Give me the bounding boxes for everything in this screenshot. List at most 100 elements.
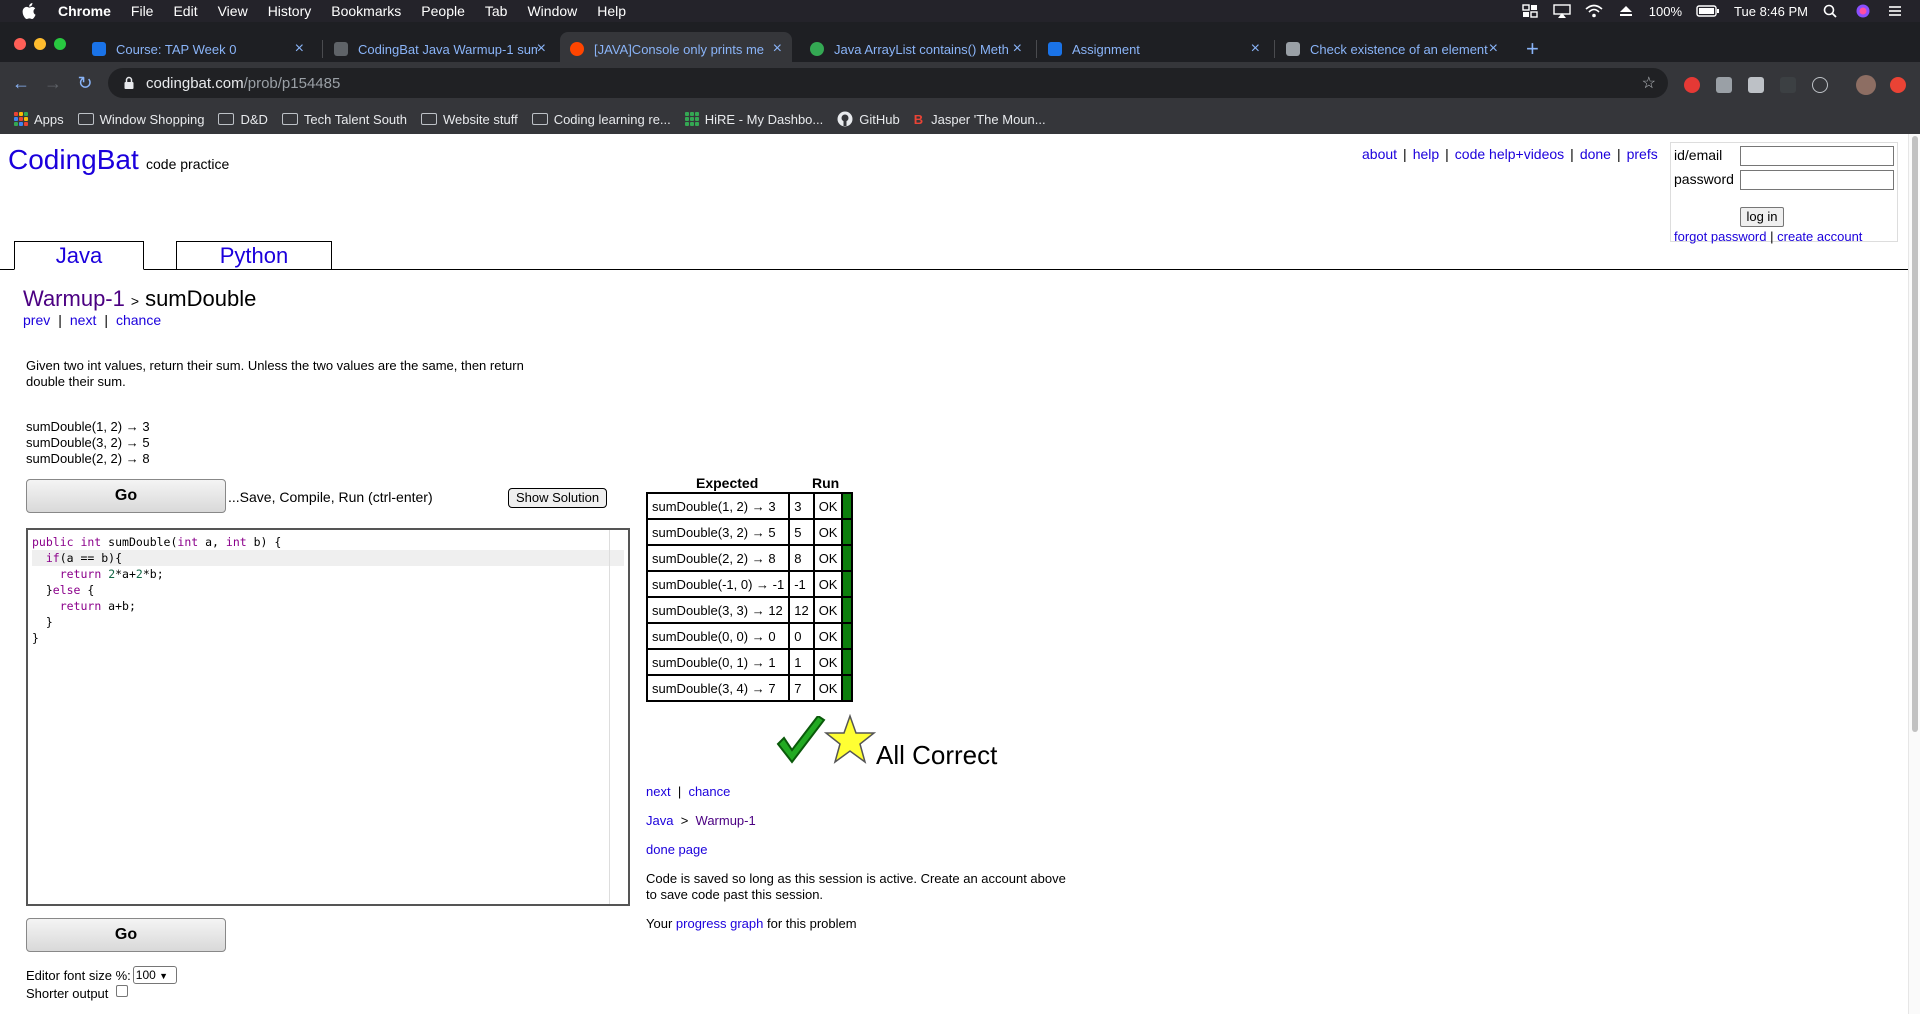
- menu-file[interactable]: File: [131, 3, 154, 19]
- chance-link[interactable]: chance: [688, 784, 730, 799]
- tab-assignment[interactable]: Assignment ×: [1038, 32, 1270, 66]
- link-code-help-videos[interactable]: code help+videos: [1455, 146, 1564, 162]
- show-solution-button[interactable]: Show Solution: [508, 488, 607, 508]
- lock-icon[interactable]: [122, 76, 136, 90]
- code-editor[interactable]: public int sumDouble(int a, int b) { if(…: [26, 528, 630, 906]
- separator: |: [1770, 229, 1774, 244]
- create-account-link[interactable]: create account: [1777, 229, 1862, 244]
- bookmark-hire[interactable]: HiRE - My Dashbo...: [684, 112, 823, 127]
- tab-check-existence[interactable]: Check existence of an element ×: [1276, 32, 1508, 66]
- id-email-input[interactable]: [1740, 146, 1894, 166]
- grid-tray-icon[interactable]: [1521, 4, 1539, 18]
- warmup-1-link[interactable]: Warmup-1: [696, 813, 756, 828]
- section-link[interactable]: Warmup-1: [23, 286, 125, 311]
- expected-cell: sumDouble(2, 2) → 8: [645, 544, 791, 572]
- react-devtools-icon[interactable]: [1812, 77, 1828, 93]
- wifi-icon[interactable]: [1585, 4, 1603, 18]
- menu-app-chrome[interactable]: Chrome: [58, 3, 111, 19]
- adblock-extension-icon[interactable]: [1684, 77, 1700, 93]
- status-cell: OK: [812, 544, 844, 572]
- menu-edit[interactable]: Edit: [173, 3, 197, 19]
- close-window-button[interactable]: [14, 38, 26, 50]
- close-tab-icon[interactable]: ×: [537, 40, 546, 58]
- back-arrow-icon[interactable]: ←: [10, 72, 32, 94]
- menu-help[interactable]: Help: [597, 3, 626, 19]
- codingbat-logo[interactable]: CodingBat: [8, 144, 139, 176]
- bookmark-apps[interactable]: Apps: [14, 112, 64, 127]
- link-about[interactable]: about: [1362, 146, 1397, 162]
- link-help[interactable]: help: [1413, 146, 1439, 162]
- login-button[interactable]: log in: [1740, 207, 1784, 227]
- eject-icon[interactable]: [1617, 4, 1635, 18]
- menu-people[interactable]: People: [421, 3, 465, 19]
- menubar-clock[interactable]: Tue 8:46 PM: [1734, 4, 1808, 19]
- menu-view[interactable]: View: [218, 3, 248, 19]
- close-tab-icon[interactable]: ×: [1013, 40, 1022, 58]
- scrollbar-thumb[interactable]: [1912, 136, 1918, 732]
- minimize-window-button[interactable]: [34, 38, 46, 50]
- github-icon: [837, 111, 853, 127]
- result-row: sumDouble(-1, 0) → -1 -1 OK: [645, 570, 854, 598]
- bookmark-github[interactable]: GitHub: [837, 111, 900, 127]
- bookmark-jasper[interactable]: B Jasper 'The Moun...: [914, 112, 1046, 127]
- tab-arraylist[interactable]: Java ArrayList contains() Meth ×: [800, 32, 1032, 66]
- close-tab-icon[interactable]: ×: [1251, 40, 1260, 58]
- reload-icon[interactable]: ↻: [74, 72, 96, 94]
- tab-java-console[interactable]: [JAVA]Console only prints me ×: [560, 32, 792, 66]
- next-link[interactable]: next: [646, 784, 671, 799]
- expected-cell: sumDouble(3, 3) → 12: [645, 596, 791, 624]
- go-button-bottom[interactable]: Go: [26, 918, 226, 952]
- tab-title: [JAVA]Console only prints me: [594, 41, 765, 57]
- forgot-password-link[interactable]: forgot password: [1674, 229, 1767, 244]
- forward-arrow-icon[interactable]: →: [42, 72, 64, 94]
- bookmark-folder-coding-learning[interactable]: Coding learning re...: [531, 112, 671, 127]
- spotlight-search-icon[interactable]: [1822, 4, 1840, 18]
- menu-tab[interactable]: Tab: [485, 3, 508, 19]
- java-link[interactable]: Java: [646, 813, 673, 828]
- link-prefs[interactable]: prefs: [1627, 146, 1658, 162]
- siri-icon[interactable]: [1854, 4, 1872, 18]
- link-done[interactable]: done: [1580, 146, 1611, 162]
- close-tab-icon[interactable]: ×: [295, 40, 304, 58]
- bookmark-folder-tech-talent-south[interactable]: Tech Talent South: [281, 112, 407, 127]
- battery-icon[interactable]: [1696, 4, 1720, 18]
- password-input[interactable]: [1740, 170, 1894, 190]
- zoom-window-button[interactable]: [54, 38, 66, 50]
- apple-menu-icon[interactable]: [18, 0, 40, 22]
- notification-center-icon[interactable]: [1886, 4, 1904, 18]
- status-cell: OK: [812, 570, 844, 598]
- close-tab-icon[interactable]: ×: [773, 40, 782, 58]
- next-link[interactable]: next: [70, 312, 96, 328]
- profile-avatar[interactable]: [1856, 75, 1876, 95]
- tab-codingbat[interactable]: CodingBat Java Warmup-1 sum ×: [324, 32, 556, 66]
- tab-favicon-icon: [92, 42, 106, 56]
- address-bar[interactable]: codingbat.com/prob/p154485 ☆: [108, 68, 1668, 98]
- bookmark-folder-website-stuff[interactable]: Website stuff: [421, 112, 518, 127]
- extension-icon[interactable]: [1748, 77, 1764, 93]
- airplay-icon[interactable]: [1553, 4, 1571, 18]
- done-page-link[interactable]: done page: [646, 842, 707, 857]
- id-email-label: id/email: [1674, 147, 1723, 163]
- close-tab-icon[interactable]: ×: [1489, 40, 1498, 58]
- tab-java[interactable]: Java: [14, 241, 144, 270]
- bookmark-folder-window-shopping[interactable]: Window Shopping: [77, 112, 204, 127]
- extension-icon[interactable]: [1716, 77, 1732, 93]
- bookmark-folder-dnd[interactable]: D&D: [218, 112, 268, 127]
- tab-python[interactable]: Python: [176, 241, 332, 270]
- extension-icon[interactable]: [1780, 77, 1796, 93]
- progress-graph-link[interactable]: progress graph: [676, 916, 763, 931]
- page-scrollbar[interactable]: [1908, 134, 1920, 1014]
- go-button-top[interactable]: Go: [26, 479, 226, 513]
- tab-course[interactable]: Course: TAP Week 0 ×: [82, 32, 314, 66]
- font-size-select[interactable]: 100 ▼: [132, 966, 177, 984]
- tab-title: Java ArrayList contains() Meth: [834, 41, 1009, 57]
- menu-history[interactable]: History: [268, 3, 312, 19]
- prev-link[interactable]: prev: [23, 312, 50, 328]
- new-tab-button[interactable]: +: [1526, 36, 1539, 62]
- chrome-update-icon[interactable]: [1890, 77, 1906, 93]
- bookmark-star-icon[interactable]: ☆: [1642, 73, 1656, 93]
- menu-bookmarks[interactable]: Bookmarks: [331, 3, 401, 19]
- shorter-output-checkbox[interactable]: [116, 984, 129, 997]
- menu-window[interactable]: Window: [527, 3, 577, 19]
- chance-link[interactable]: chance: [116, 312, 161, 328]
